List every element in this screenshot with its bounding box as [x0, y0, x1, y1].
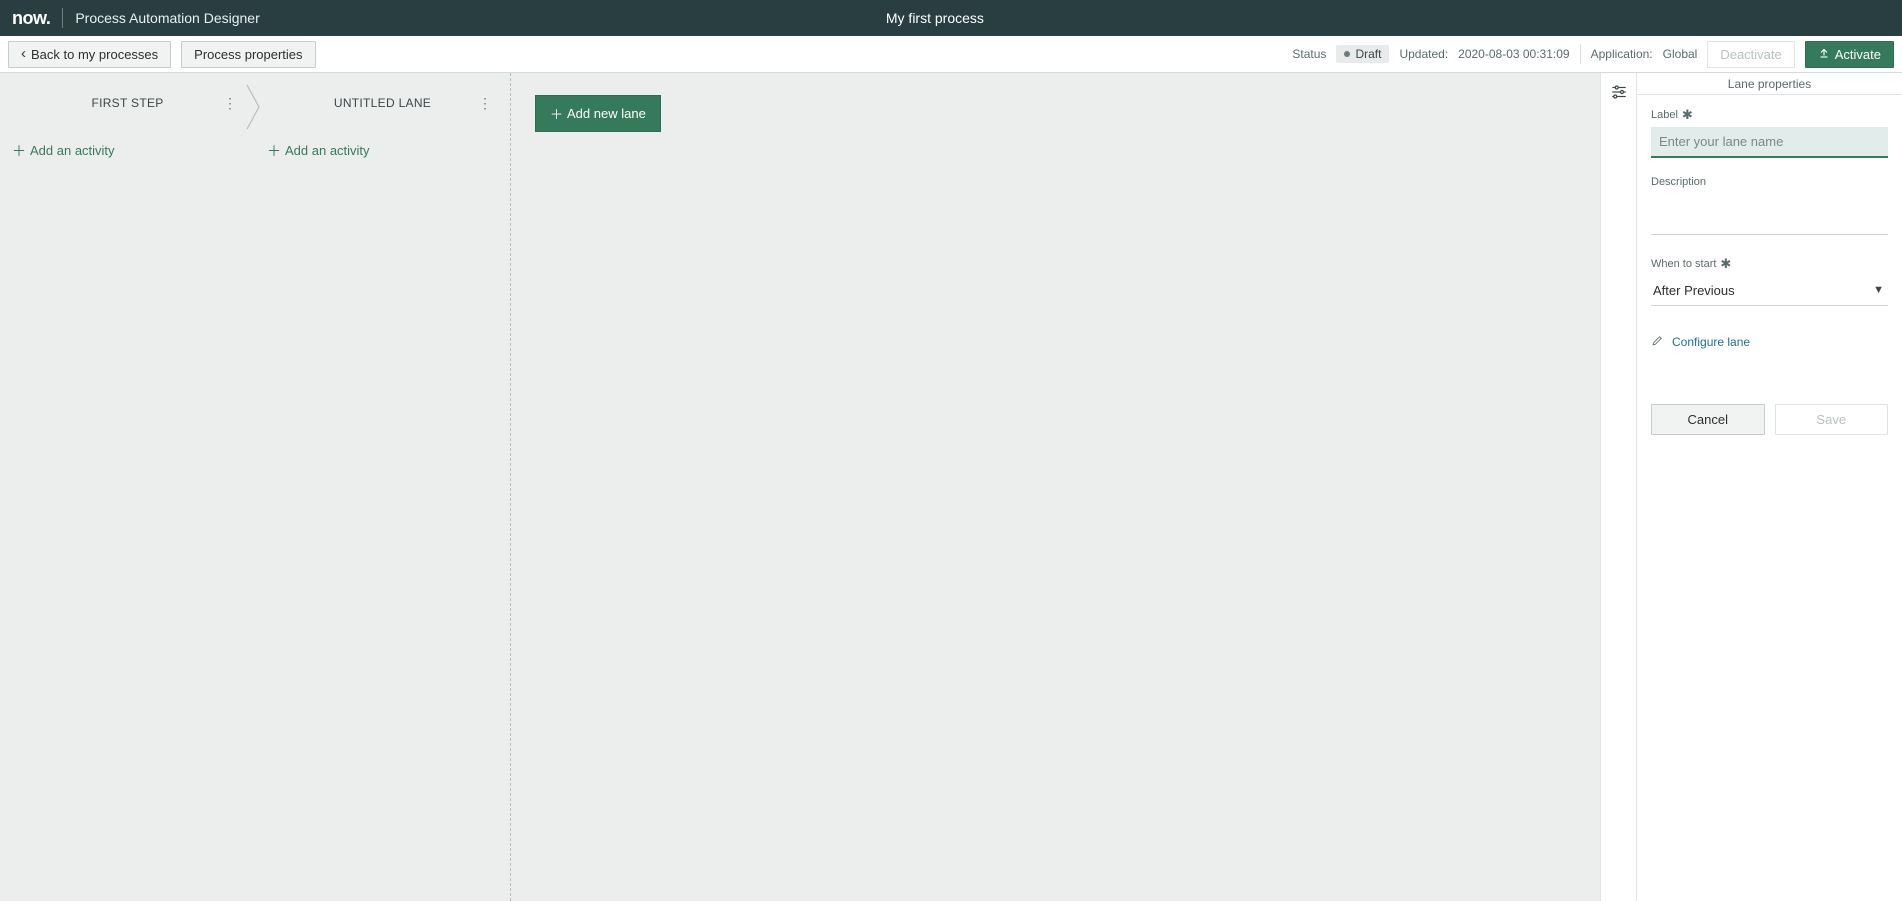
label-field-group: Label ✱ — [1651, 107, 1888, 158]
brand-logo: now. — [12, 8, 50, 29]
required-icon: ✱ — [1720, 256, 1731, 272]
status-badge: Draft — [1336, 45, 1389, 63]
when-to-start-select[interactable]: After Previous ▼ — [1651, 276, 1888, 306]
save-label: Save — [1816, 412, 1846, 427]
application-value: Global — [1663, 47, 1698, 61]
back-button-label: Back to my processes — [31, 47, 158, 62]
when-field-label: When to start ✱ — [1651, 256, 1888, 272]
app-title: Process Automation Designer — [75, 10, 259, 26]
when-field-group: When to start ✱ After Previous ▼ — [1651, 256, 1888, 306]
status-dot-icon — [1344, 51, 1350, 57]
add-lane-label: Add new lane — [567, 106, 646, 121]
when-selected-value: After Previous — [1651, 276, 1888, 305]
side-container: Lane properties Label ✱ Description When… — [1600, 73, 1902, 901]
updated-value: 2020-08-03 00:31:09 — [1458, 47, 1569, 61]
panel-body: Label ✱ Description When to start ✱ Af — [1637, 95, 1902, 447]
panel-title: Lane properties — [1637, 73, 1902, 95]
description-field-label: Description — [1651, 176, 1888, 188]
lane-description-input[interactable] — [1651, 192, 1888, 235]
lane-menu-icon[interactable]: ⋮ — [223, 95, 237, 112]
process-properties-button[interactable]: Process properties — [181, 41, 315, 68]
lane-properties-panel: Lane properties Label ✱ Description When… — [1637, 73, 1902, 901]
deactivate-label: Deactivate — [1720, 47, 1781, 62]
activate-button[interactable]: Activate — [1805, 41, 1894, 68]
status-label: Status — [1292, 47, 1326, 61]
lane-untitled: UNTITLED LANE ⋮ ＋ Add an activity — [255, 73, 510, 901]
lane-header[interactable]: FIRST STEP ⋮ — [0, 73, 255, 133]
configure-lane-label: Configure lane — [1672, 335, 1750, 349]
main: FIRST STEP ⋮ ＋ Add an activity UNTITLED … — [0, 73, 1902, 901]
add-activity-label: Add an activity — [285, 143, 370, 158]
app-header: now. Process Automation Designer My firs… — [0, 0, 1902, 36]
cancel-label: Cancel — [1688, 412, 1728, 427]
settings-sliders-icon[interactable] — [1610, 83, 1628, 104]
canvas: FIRST STEP ⋮ ＋ Add an activity UNTITLED … — [0, 73, 1600, 901]
back-button[interactable]: Back to my processes — [8, 41, 171, 68]
label-field-text: Label — [1651, 109, 1678, 121]
lane-header[interactable]: UNTITLED LANE ⋮ — [255, 73, 510, 133]
chevron-down-icon: ▼ — [1873, 284, 1884, 296]
process-name: My first process — [260, 10, 1610, 26]
description-field-group: Description — [1651, 176, 1888, 238]
toolbar-left: Back to my processes Process properties — [8, 41, 316, 68]
upload-icon — [1818, 47, 1830, 62]
pencil-icon — [1651, 334, 1664, 350]
lane-body: ＋ Add an activity — [0, 133, 255, 169]
application-label: Application: — [1591, 47, 1653, 61]
deactivate-button[interactable]: Deactivate — [1707, 41, 1794, 68]
activate-label: Activate — [1835, 47, 1881, 62]
toolbar-right: Status Draft Updated: 2020-08-03 00:31:0… — [1292, 41, 1894, 68]
add-lane-area: ＋ Add new lane — [511, 73, 685, 901]
add-lane-button[interactable]: ＋ Add new lane — [535, 95, 661, 132]
required-icon: ✱ — [1682, 107, 1693, 123]
toolbar-separator — [1580, 44, 1581, 64]
lanes-area: FIRST STEP ⋮ ＋ Add an activity UNTITLED … — [0, 73, 510, 901]
plus-icon: ＋ — [550, 104, 563, 123]
label-field-label: Label ✱ — [1651, 107, 1888, 123]
add-activity-button[interactable]: ＋ Add an activity — [12, 143, 115, 158]
cancel-button[interactable]: Cancel — [1651, 404, 1765, 435]
add-activity-label: Add an activity — [30, 143, 115, 158]
lane-body: ＋ Add an activity — [255, 133, 510, 169]
panel-actions: Cancel Save — [1651, 404, 1888, 435]
side-rail — [1601, 73, 1637, 901]
configure-lane-link[interactable]: Configure lane — [1651, 334, 1888, 350]
save-button[interactable]: Save — [1775, 404, 1889, 435]
status-value: Draft — [1355, 47, 1381, 61]
brand-divider — [62, 8, 63, 28]
lane-name: FIRST STEP — [91, 96, 163, 110]
when-field-text: When to start — [1651, 258, 1716, 270]
lane-menu-icon[interactable]: ⋮ — [478, 95, 492, 112]
lane-first-step: FIRST STEP ⋮ ＋ Add an activity — [0, 73, 255, 901]
process-properties-label: Process properties — [194, 47, 302, 62]
add-activity-button[interactable]: ＋ Add an activity — [267, 143, 370, 158]
updated-label: Updated: — [1399, 47, 1448, 61]
lane-name: UNTITLED LANE — [334, 96, 431, 110]
toolbar: Back to my processes Process properties … — [0, 36, 1902, 73]
lane-label-input[interactable] — [1651, 127, 1888, 158]
